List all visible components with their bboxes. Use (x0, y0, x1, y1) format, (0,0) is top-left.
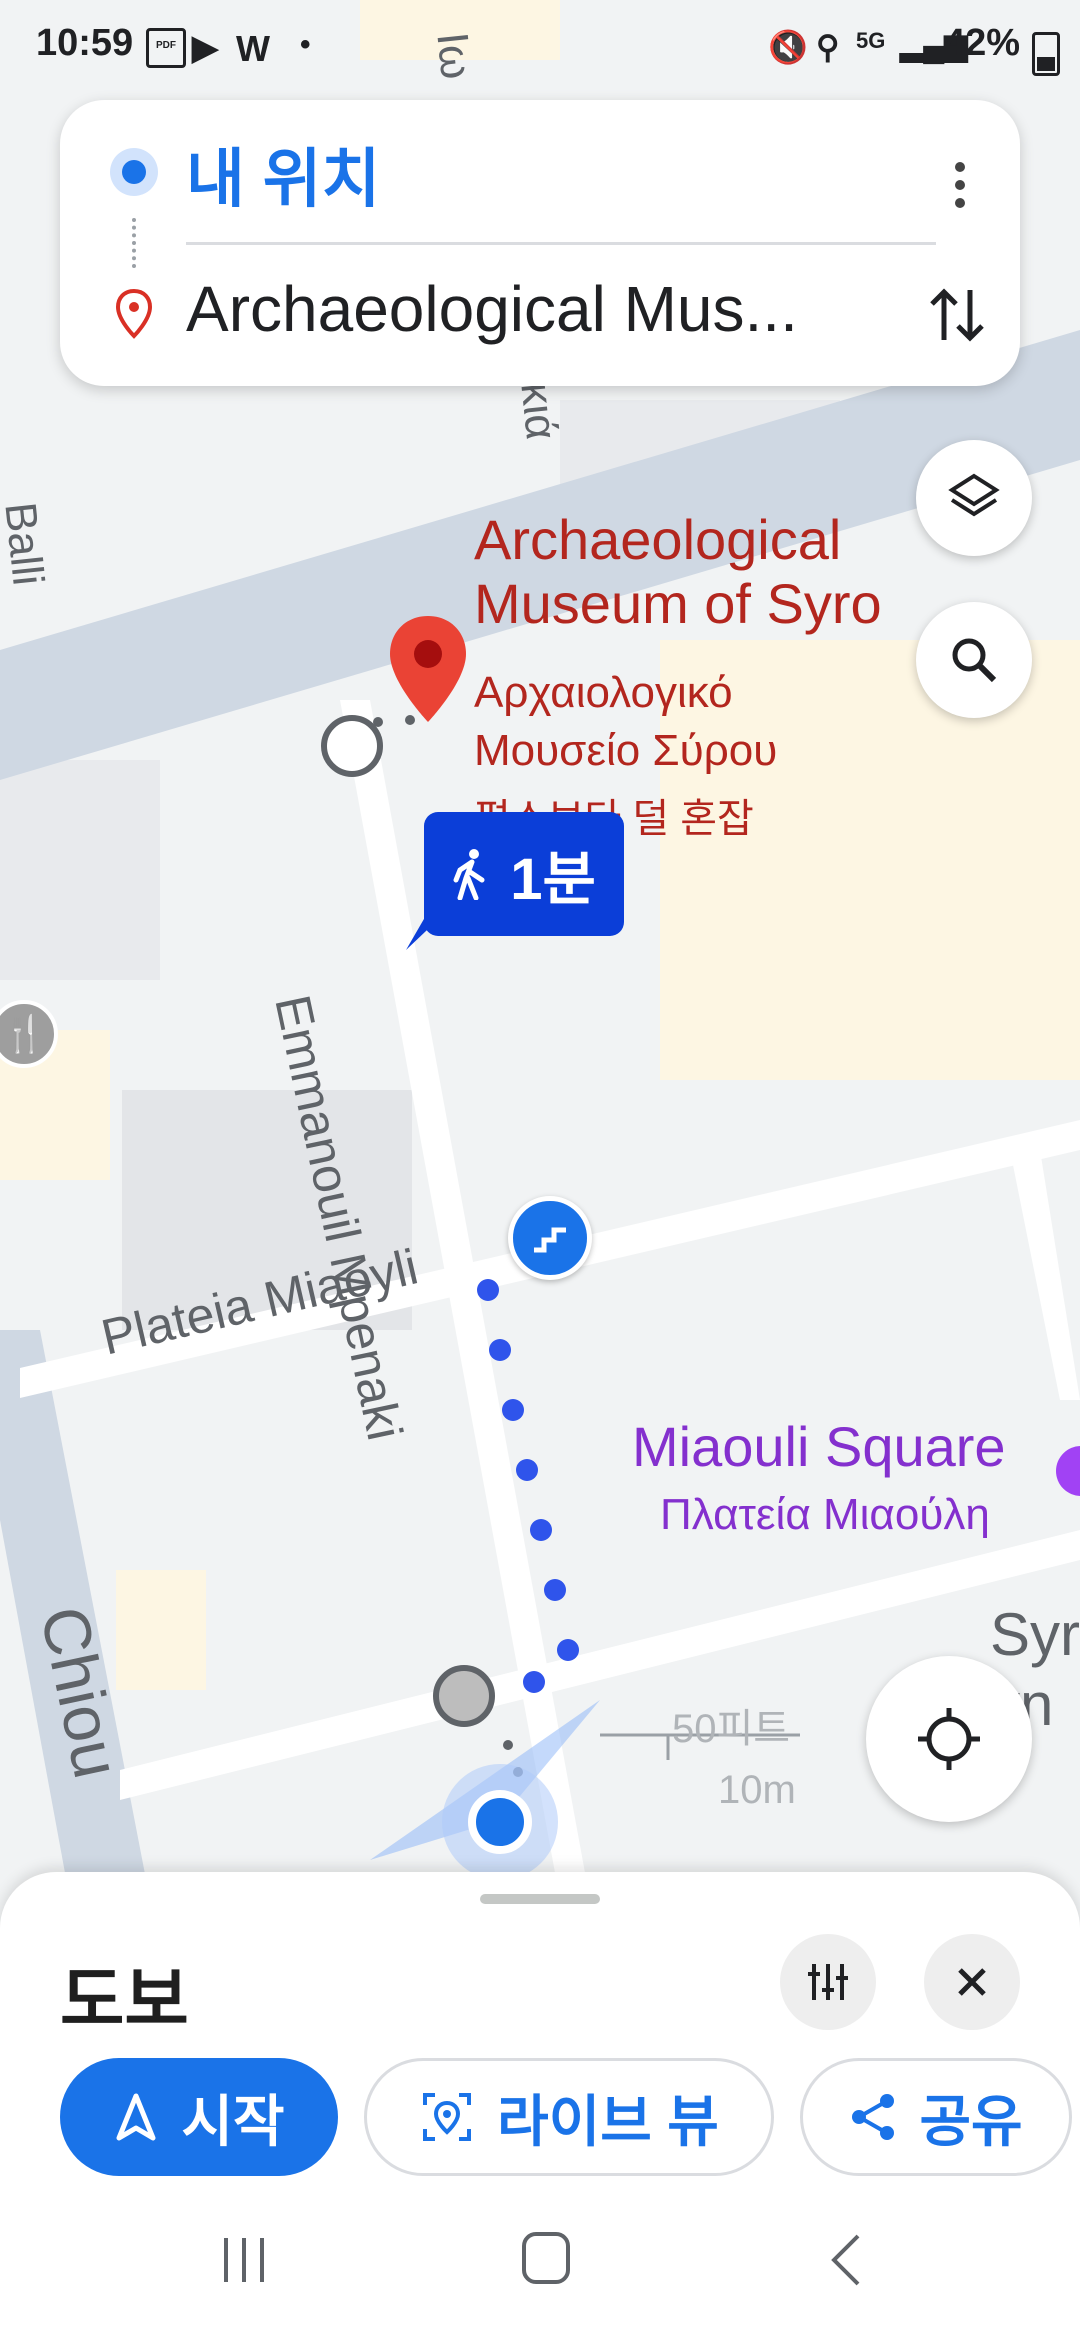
square-name-gr: Πλατεία Μιαούλη (660, 1490, 990, 1539)
destination-field[interactable]: Archaeological Mus... (186, 272, 906, 346)
walking-person-icon (453, 849, 485, 900)
route-connector-dots (132, 218, 140, 268)
scale-feet-label: 50피트 (672, 1707, 791, 1751)
location-icon: ⚲ (816, 29, 840, 65)
start-button-label: 시작 (181, 2089, 285, 2153)
battery-icon (1032, 32, 1060, 76)
share-button[interactable]: 공유 (800, 2058, 1072, 2176)
route-start-circle (433, 1665, 495, 1727)
scale-meters-label: 10m (718, 1768, 796, 1812)
live-view-button[interactable]: 라이브 뷰 (364, 2058, 774, 2176)
system-nav-bar (0, 2190, 1080, 2340)
close-button[interactable] (924, 1934, 1020, 2030)
origin-dot-icon (110, 148, 158, 196)
destination-pin-icon[interactable] (388, 614, 468, 724)
layers-button[interactable] (916, 440, 1032, 556)
recent-apps-icon[interactable] (214, 2230, 274, 2290)
map-block (116, 1570, 206, 1690)
stairs-icon[interactable] (508, 1196, 592, 1280)
route-divider (186, 242, 936, 245)
live-view-icon (423, 2093, 472, 2141)
walk-time-label: 1분 (510, 847, 596, 912)
search-icon (952, 638, 997, 683)
travel-mode-title: 도보 (60, 1961, 189, 2039)
destination-marker-icon (115, 288, 153, 339)
drag-handle[interactable] (480, 1894, 600, 1904)
street-east (1010, 1150, 1080, 1400)
layers-icon (948, 473, 1000, 517)
start-button[interactable]: 시작 (60, 2058, 338, 2176)
my-location-button[interactable] (866, 1656, 1032, 1822)
notification-dot-icon: • (300, 28, 311, 61)
street-label-top2: κιά (511, 380, 566, 443)
crosshair-icon (918, 1708, 980, 1770)
poi-name-gr-line2: Μουσείο Σύρου (474, 726, 778, 775)
walk-chip-tail (406, 912, 446, 950)
status-time: 10:59 (36, 22, 134, 64)
close-icon (958, 1968, 986, 1996)
poi-name-gr-line1: Αρχαιολογικό (474, 668, 733, 717)
status-bar: 10:59 PDF ▶ W • 🔇 ⚲ 5G ▂▄▆ 42% (0, 0, 1080, 100)
street-label-left: Balli (0, 500, 53, 588)
swap-icon[interactable] (922, 280, 992, 350)
tune-icon (808, 1964, 848, 2000)
current-location-dot (468, 1790, 532, 1854)
poi-name-en[interactable]: Archaeological Museum of Syro (474, 508, 882, 636)
origin-field[interactable]: 내 위치 (186, 128, 380, 220)
options-button[interactable] (780, 1934, 876, 2030)
poi-name-en-line2: Museum of Syro (474, 572, 882, 635)
poi-name-en-line1: Archaeological (474, 508, 842, 571)
place-label-syr-line1: Syr (990, 1601, 1080, 1668)
battery-percent: 42% (943, 22, 1020, 64)
share-icon (852, 2094, 895, 2140)
w-app-icon: W (236, 28, 270, 69)
5g-icon: 5G (856, 28, 886, 53)
more-options-icon[interactable] (930, 140, 990, 230)
search-button[interactable] (916, 602, 1032, 718)
square-name-en[interactable]: Miaouli Square (632, 1414, 1006, 1479)
route-end-circle (321, 715, 383, 777)
navigation-arrow-icon (116, 2093, 156, 2141)
back-icon[interactable] (822, 2230, 872, 2290)
route-card: 내 위치 Archaeological Mus... (60, 100, 1020, 386)
map-block (0, 760, 160, 980)
youtube-icon: ▶ (192, 29, 219, 67)
bottom-sheet: 도보 시작 라이브 뷰 공유 (0, 1872, 1080, 2340)
live-view-button-label: 라이브 뷰 (497, 2089, 719, 2153)
mute-icon: 🔇 (768, 29, 808, 65)
poi-name-gr: Αρχαιολογικό Μουσείο Σύρου (474, 664, 777, 780)
pdf-icon: PDF (146, 28, 186, 68)
home-icon[interactable] (516, 2226, 576, 2290)
share-button-label: 공유 (919, 2089, 1023, 2153)
